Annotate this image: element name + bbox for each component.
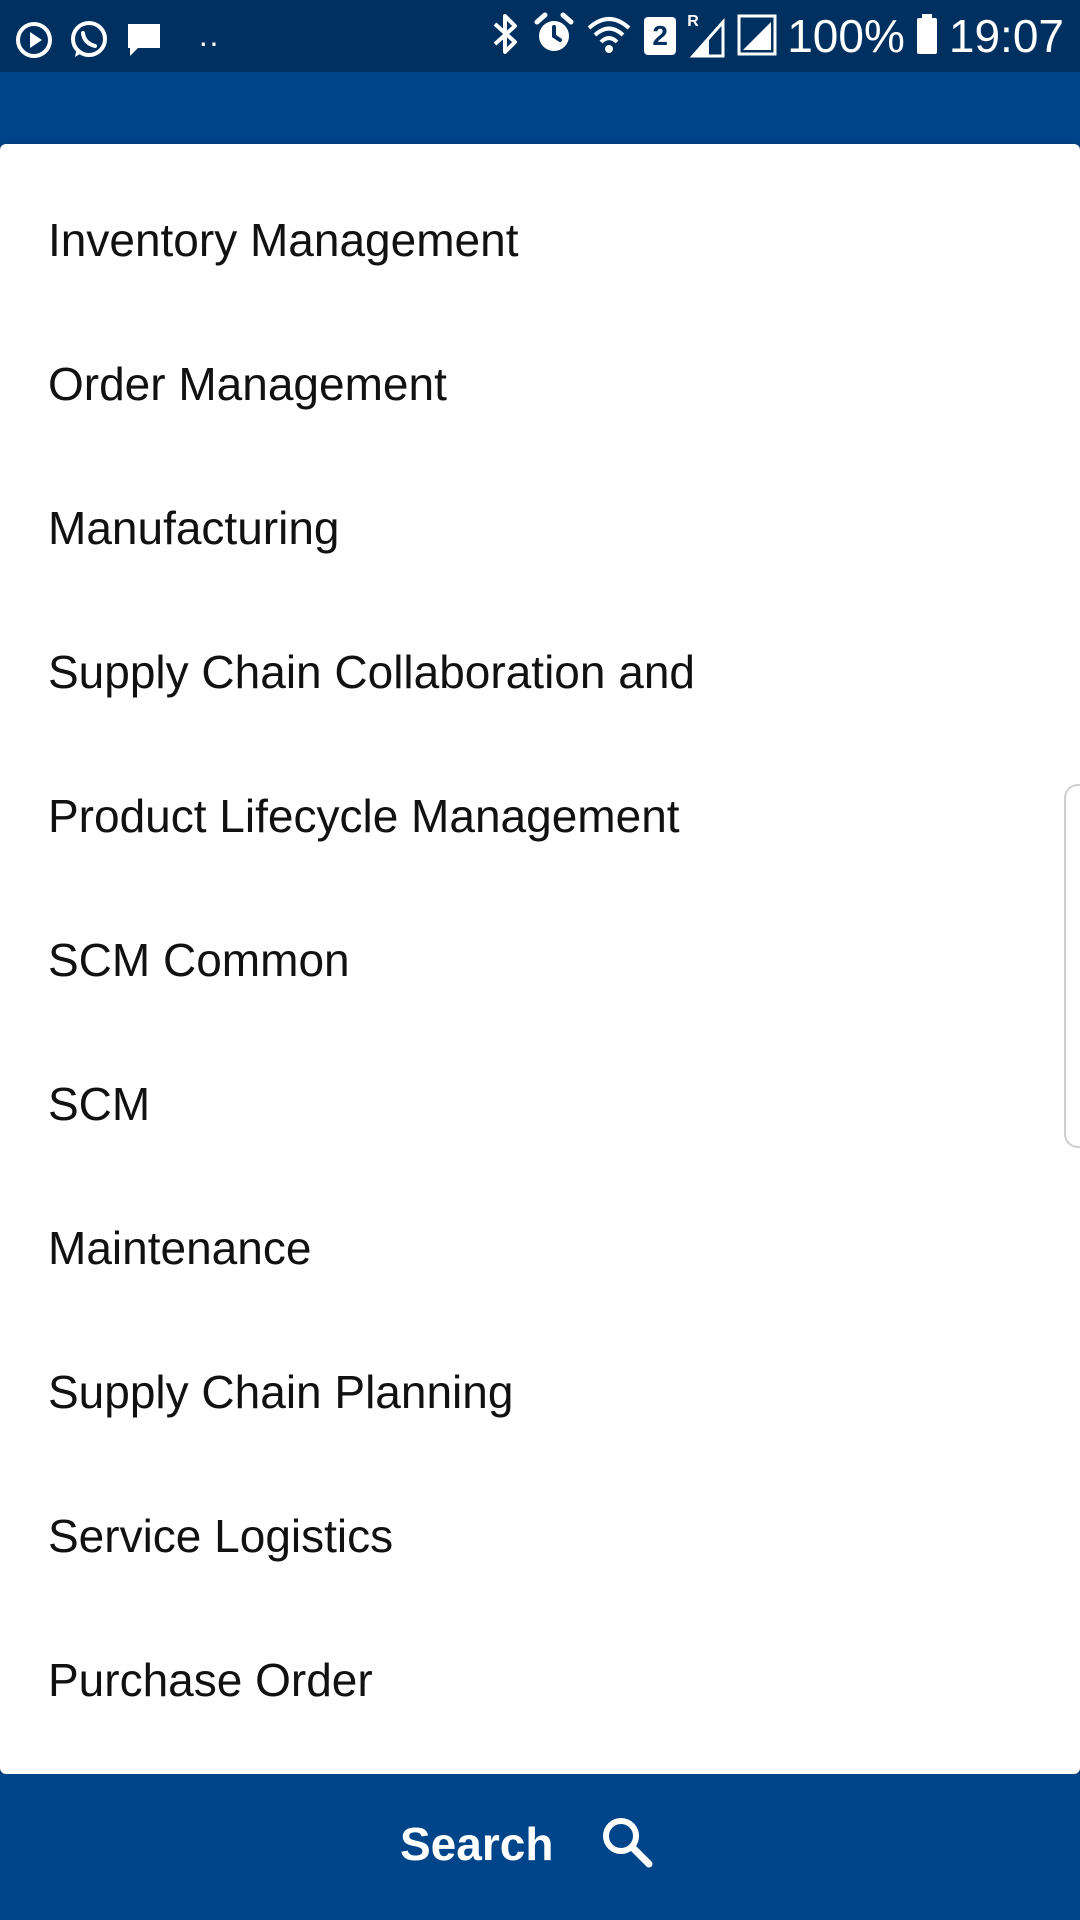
- signal-icon: R: [687, 14, 727, 58]
- dropdown-item-scm-common[interactable]: SCM Common: [0, 888, 1080, 1032]
- sim-badge: 2: [652, 20, 668, 51]
- wifi-icon: [585, 12, 633, 61]
- overflow-dots: ··: [198, 24, 220, 60]
- status-system: 2 R 100% 19:07: [489, 8, 1064, 64]
- dropdown-item-maintenance[interactable]: Maintenance: [0, 1176, 1080, 1320]
- status-notifications: ··: [14, 14, 219, 70]
- dropdown-menu: Inventory Management Order Management Ma…: [0, 144, 1080, 1774]
- sim-2-icon: 2: [643, 16, 677, 56]
- search-label: Search: [400, 1818, 554, 1870]
- battery-icon: [915, 12, 939, 61]
- dropdown-item-inventory-management[interactable]: Inventory Management: [0, 168, 1080, 312]
- alarm-icon: [533, 12, 575, 61]
- clock: 19:07: [948, 10, 1064, 62]
- bluetooth-icon: [489, 12, 523, 61]
- dropdown-item-supply-chain-collaboration[interactable]: Supply Chain Collaboration and: [0, 600, 1080, 744]
- dropdown-item-product-lifecycle-management[interactable]: Product Lifecycle Management: [0, 744, 1080, 888]
- dropdown-item-supply-chain-planning[interactable]: Supply Chain Planning: [0, 1320, 1080, 1464]
- whatsapp-icon: [68, 19, 110, 66]
- dropdown-item-scm[interactable]: SCM: [0, 1032, 1080, 1176]
- dropdown-item-purchase-order[interactable]: Purchase Order: [0, 1608, 1080, 1752]
- dropdown-list: Inventory Management Order Management Ma…: [0, 144, 1080, 1752]
- app-bar: [0, 72, 1080, 144]
- bottom-bar: Search: [0, 1774, 1080, 1920]
- status-bar: ·· 2 R 100% 19:07: [0, 0, 1080, 72]
- dropdown-item-order-management[interactable]: Order Management: [0, 312, 1080, 456]
- scroll-handle[interactable]: [1064, 784, 1080, 1148]
- signal-icon: [737, 12, 777, 61]
- message-icon: [124, 20, 164, 65]
- media-play-icon: [14, 20, 54, 65]
- battery-percent: 100%: [787, 10, 905, 62]
- dropdown-item-service-logistics[interactable]: Service Logistics: [0, 1464, 1080, 1608]
- search-button[interactable]: Search: [400, 1794, 655, 1894]
- search-icon: [599, 1814, 655, 1875]
- dropdown-item-manufacturing[interactable]: Manufacturing: [0, 456, 1080, 600]
